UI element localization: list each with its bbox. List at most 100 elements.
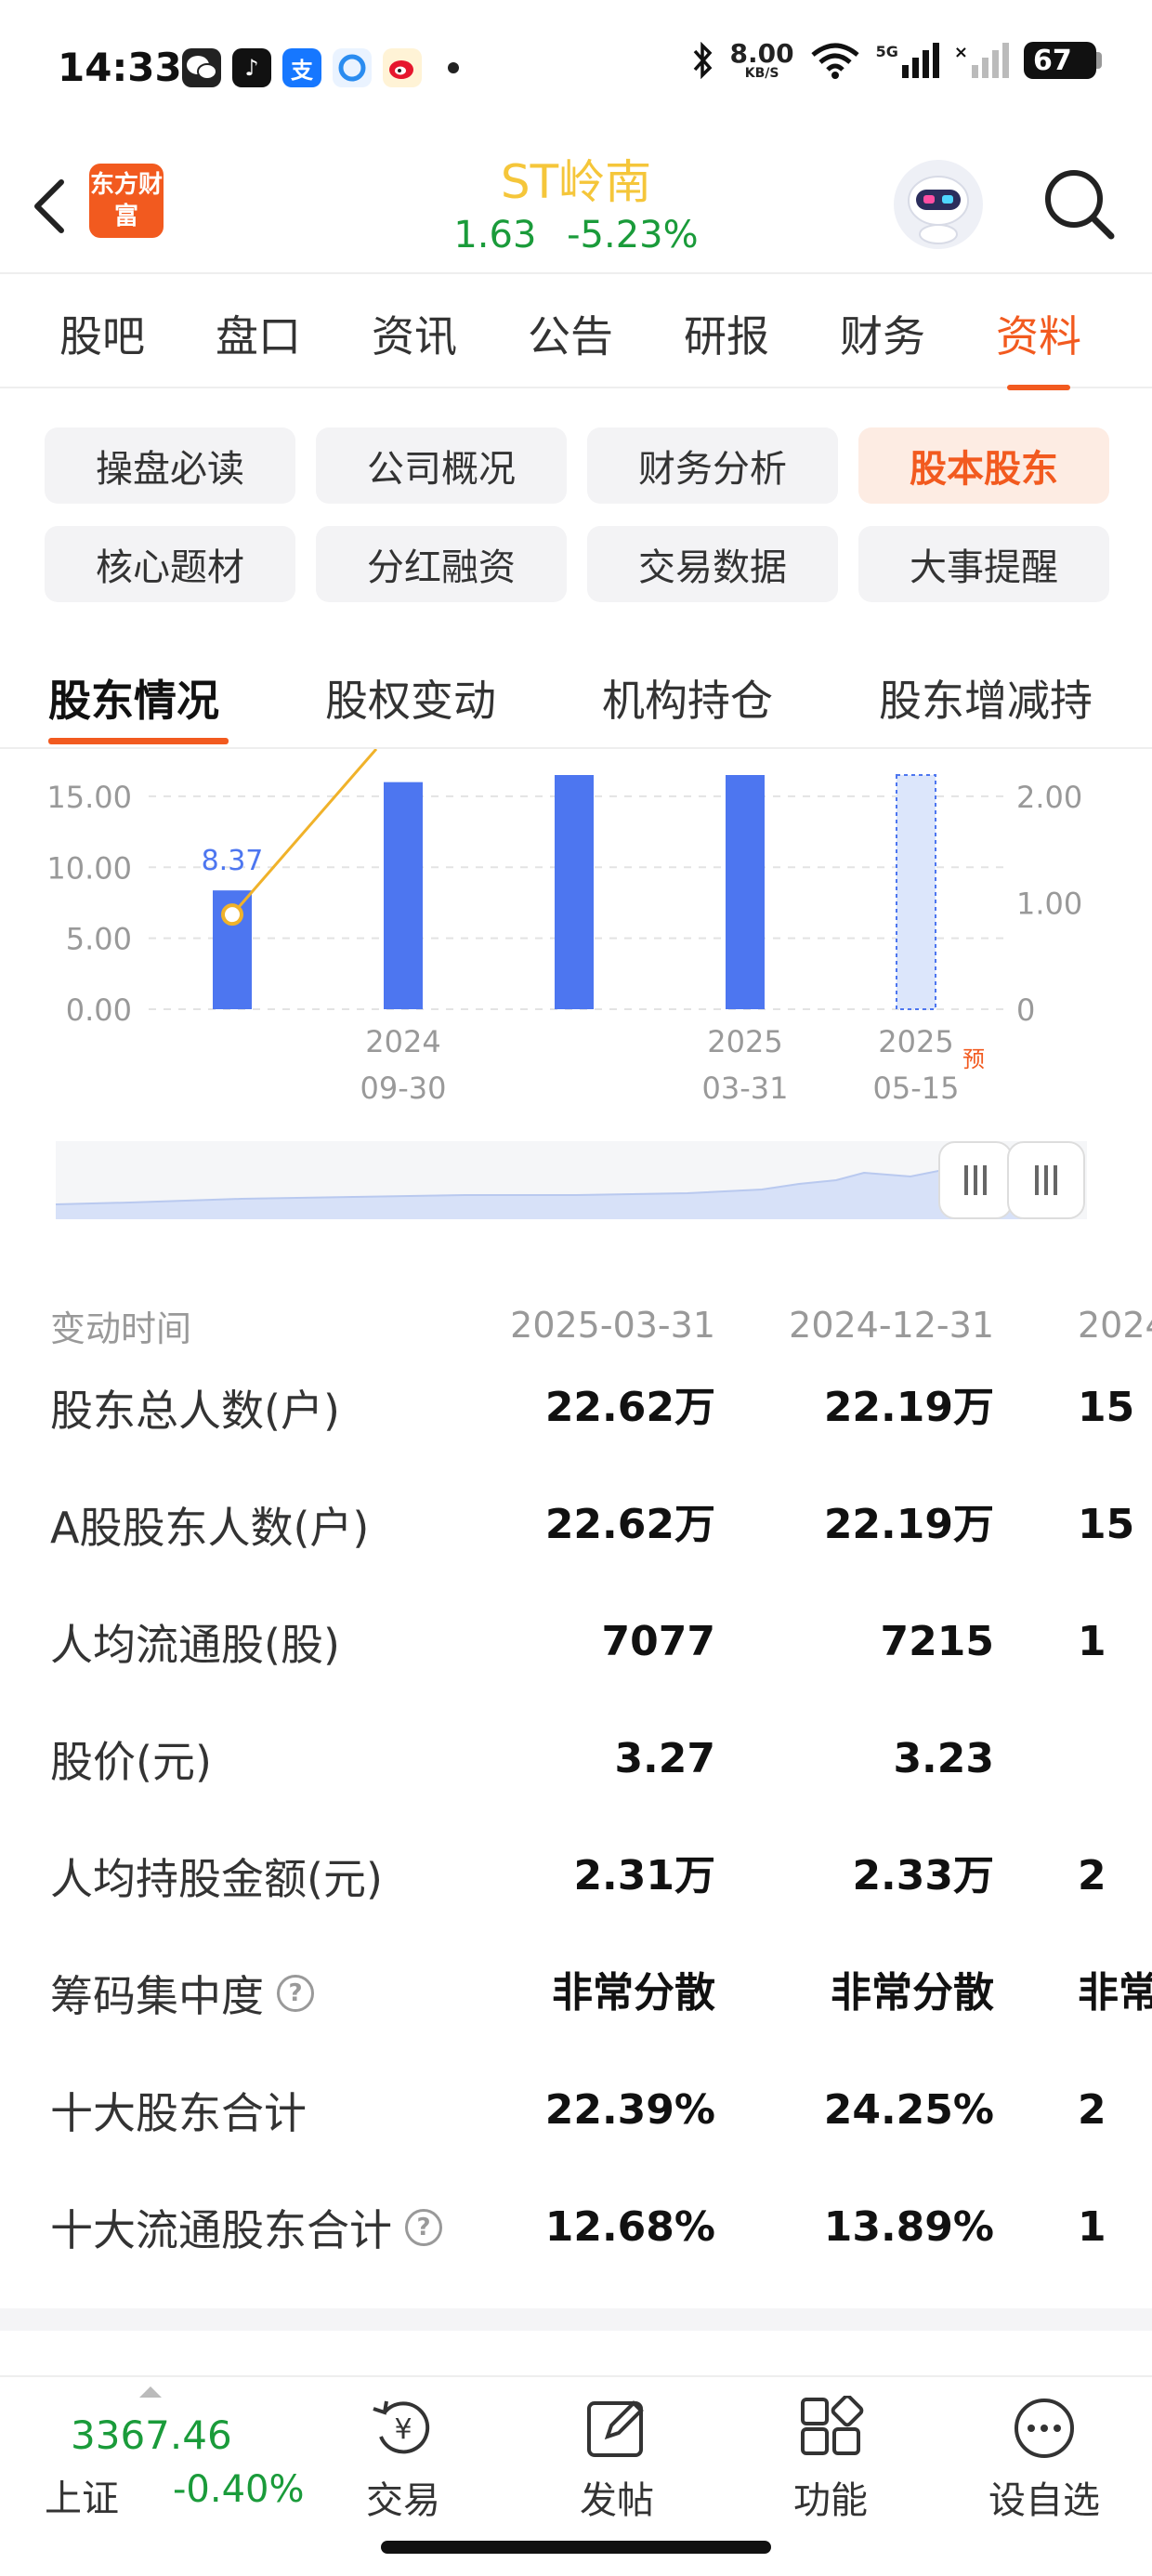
range-handle-right[interactable] [1007,1141,1085,1219]
x-tick-date: 05-15 [873,1071,960,1106]
battery-indicator: 67 [1024,42,1102,79]
y2-tick-label: 0 [1016,992,1035,1028]
subtab-shareholder-changes[interactable]: 股东增减持 [879,667,1093,729]
subtab-shareholder-overview[interactable]: 股东情况 [48,667,219,729]
chip-core-themes[interactable]: 核心题材 [45,526,295,602]
nav-functions-label: 功能 [793,2479,868,2522]
tab-announcements[interactable]: 公告 [528,303,613,364]
table-row: 十大流通股东合计? 12.68% 13.89% 1 [0,2169,1152,2286]
chip-dividend-financing[interactable]: 分红融资 [316,526,567,602]
row-label: A股股东人数(户) [50,1466,369,1584]
bar-data-label: 8.37 [202,845,264,877]
wechat-icon [182,48,221,87]
ai-assistant-icon[interactable] [894,160,983,249]
cell-value: 非常 [1078,1969,1152,2017]
estimate-tag: 预 [962,1046,985,1072]
chip-shares-shareholders[interactable]: 股本股东 [858,427,1109,504]
table-row: A股股东人数(户) 22.62万 22.19万 15 [0,1466,1152,1584]
nav-trade[interactable]: ¥ 交易 [329,2396,478,2524]
row-label: 十大流通股东合计? [50,2169,442,2286]
cell-value: 非常分散 [831,1969,994,2017]
svg-text:¥: ¥ [394,2413,412,2446]
column-header: 2024-12-31 [789,1305,994,1346]
column-header: 2024 [1078,1305,1152,1346]
table-row: 十大股东合计 22.39% 24.25% 2 [0,2052,1152,2169]
chip-financial-analysis[interactable]: 财务分析 [587,427,838,504]
shareholder-table: 变动时间 2025-03-31 2024-12-31 2024 股东总人数(户)… [0,1282,1152,2305]
notification-icons: ♪ 支 [182,48,459,87]
table-row: 筹码集中度? 非常分散 非常分散 非常 [0,1935,1152,2052]
row-label: 人均流通股(股) [50,1584,340,1701]
x-tick-year: 2025 [878,1024,953,1059]
cell-value: 24.25% [823,2086,994,2134]
cell-value: 2.31万 [573,1852,715,1899]
chart-svg: 15.00 10.00 5.00 0.00 2.00 1.00 0 8.37 2024 09-30… [46,748,1082,1106]
weibo-icon [383,48,422,87]
search-icon[interactable] [1037,162,1120,245]
edit-icon [587,2400,644,2457]
table-header-row: 变动时间 2025-03-31 2024-12-31 2024 [0,1297,1152,1353]
nav-functions[interactable]: 功能 [756,2396,905,2524]
net-speed: 8.00 KB/S [729,38,794,81]
shareholder-chart[interactable]: 15.00 10.00 5.00 0.00 2.00 1.00 0 8.37 2024 09-30… [0,748,1152,1121]
row-label-text: 股东总人数(户) [50,1386,340,1436]
range-overview [55,1141,1087,1219]
chip-trading-data[interactable]: 交易数据 [587,526,838,602]
tab-guba[interactable]: 股吧 [59,303,145,364]
subtab-active-indicator [48,738,229,744]
more-icon [1015,2399,1074,2458]
chart-range-slider[interactable] [55,1137,1087,1223]
row-label-text: 人均流通股(股) [50,1620,340,1670]
status-time: 14:33 [58,45,182,90]
cell-value: 2.33万 [852,1852,994,1899]
column-header: 2025-03-31 [510,1305,715,1346]
cell-value: 3.23 [893,1735,994,1782]
tab-profile[interactable]: 资料 [996,303,1081,390]
series-line [230,748,378,916]
row-label-text: 股价(元) [50,1737,212,1787]
subtab-institutional-holdings[interactable]: 机构持仓 [602,667,773,729]
chip-company-overview[interactable]: 公司概况 [316,427,567,504]
cell-value: 2 [1078,1852,1106,1899]
tab-finance[interactable]: 财务 [840,303,925,364]
wifi-icon [811,43,859,79]
table-row: 股价(元) 3.27 3.23 [0,1701,1152,1818]
cell-value: 非常分散 [552,1969,715,2017]
range-handle-left[interactable] [938,1141,1013,1219]
index-change[interactable]: -0.40% [173,2468,305,2511]
help-icon[interactable]: ? [277,1975,314,2012]
y-tick-label: 15.00 [46,780,132,815]
expand-caret-icon[interactable] [139,2386,162,2398]
grid-icon [801,2396,864,2455]
cell-value: 22.62万 [544,1501,715,1548]
status-bar: 14:33 ♪ 支 8.00 KB/S 5G × 67 [0,0,1152,139]
row-label-text: 筹码集中度 [50,1971,264,2021]
x-tick-date: 03-31 [702,1071,789,1106]
tab-news[interactable]: 资讯 [372,303,457,364]
chip-event-reminders[interactable]: 大事提醒 [858,526,1109,602]
cell-value: 7215 [880,1618,994,1665]
help-icon[interactable]: ? [405,2209,442,2246]
chart-bar [555,775,594,1009]
row-label: 股东总人数(户) [50,1349,340,1466]
status-indicators: 8.00 KB/S 5G × 67 [691,38,1102,81]
index-name[interactable]: 上证 [45,2468,119,2522]
line-point [221,903,243,927]
tab-pankou[interactable]: 盘口 [216,303,301,364]
cell-value: 22.19万 [823,1501,994,1548]
home-indicator[interactable] [381,2541,771,2554]
chip-must-read[interactable]: 操盘必读 [45,427,295,504]
cell-value: 22.39% [544,2086,715,2134]
cell-value: 2 [1078,2086,1106,2134]
tab-research[interactable]: 研报 [684,303,769,364]
nav-post[interactable]: 发帖 [543,2396,691,2524]
signal-type: 5G [875,43,898,60]
net-speed-value: 8.00 [729,38,794,69]
y-tick-label: 10.00 [46,850,132,886]
cell-value: 12.68% [544,2203,715,2251]
nav-add-watchlist[interactable]: 设自选 [970,2396,1119,2524]
row-label-text: 十大股东合计 [50,2088,307,2138]
x-tick-year: 2025 [707,1024,782,1059]
index-price[interactable]: 3367.46 [71,2412,232,2458]
subtab-equity-changes[interactable]: 股权变动 [325,667,496,729]
